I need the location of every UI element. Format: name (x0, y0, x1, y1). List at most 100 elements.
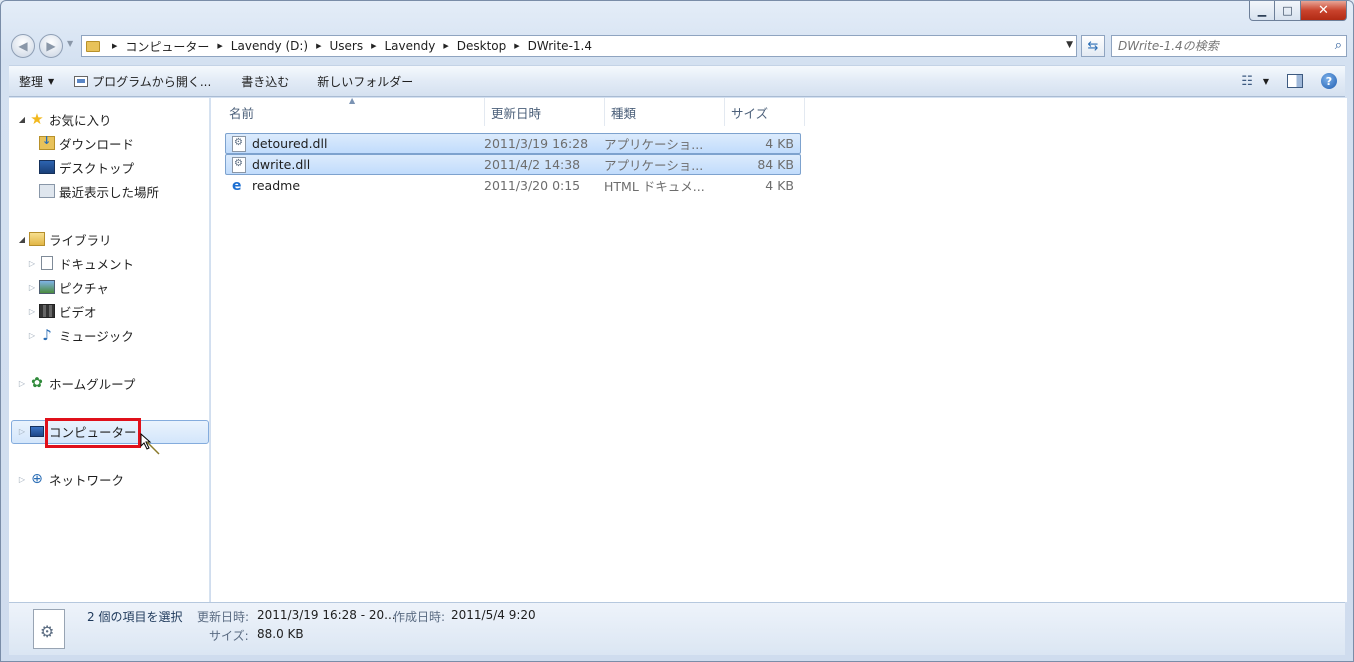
sort-ascending-icon: ▲ (349, 96, 356, 105)
sidebar-item-music[interactable]: ▷ ♪ ミュージック (27, 324, 134, 346)
file-size: 4 KB (765, 178, 794, 193)
sidebar-item-videos[interactable]: ▷ ビデオ (27, 300, 97, 322)
breadcrumb-desktop[interactable]: Desktop (457, 39, 507, 53)
address-bar[interactable]: ▶ コンピューター ▶ Lavendy (D:) ▶ Users ▶ Laven… (81, 35, 1077, 57)
collapsed-arrow-icon[interactable]: ▷ (17, 379, 27, 388)
organize-button[interactable]: 整理 ▼ (9, 66, 64, 96)
recent-pages-dropdown[interactable]: ▼ (67, 39, 73, 48)
details-view-icon: ☷ (1241, 73, 1253, 89)
sidebar-item-downloads[interactable]: ダウンロード (37, 132, 134, 154)
selection-count: 2 個の項目を選択 (87, 610, 183, 624)
command-bar: 整理 ▼ プログラムから開く... 書き込む 新しいフォルダー ☷ ▼ ? (9, 65, 1345, 97)
expanded-arrow-icon[interactable]: ◢ (17, 235, 27, 244)
breadcrumb-separator-icon[interactable]: ▶ (514, 42, 519, 50)
file-type: アプリケーショ... (604, 158, 704, 173)
caption-buttons: ▁ □ ✕ (1249, 1, 1347, 21)
preview-pane-icon[interactable] (1287, 74, 1303, 88)
collapsed-arrow-icon[interactable]: ▷ (27, 307, 37, 316)
search-input[interactable] (1118, 39, 1328, 53)
file-modified: 2011/3/19 16:28 (484, 136, 589, 151)
sidebar-item-pictures[interactable]: ▷ ピクチャ (27, 276, 109, 298)
breadcrumb-user[interactable]: Lavendy (385, 39, 436, 53)
breadcrumb-separator-icon[interactable]: ▶ (217, 42, 222, 50)
file-size: 4 KB (765, 136, 794, 151)
expanded-arrow-icon[interactable]: ◢ (17, 115, 27, 124)
open-with-button[interactable]: プログラムから開く... (64, 66, 221, 96)
address-dropdown-icon[interactable]: ▼ (1066, 40, 1073, 50)
new-folder-button[interactable]: 新しいフォルダー (299, 66, 423, 96)
breadcrumb-current-folder[interactable]: DWrite-1.4 (528, 39, 592, 53)
minimize-button[interactable]: ▁ (1249, 1, 1275, 21)
collapsed-arrow-icon[interactable]: ▷ (17, 475, 27, 484)
close-button[interactable]: ✕ (1301, 1, 1347, 21)
change-view-button[interactable]: ☷ ▼ (1241, 74, 1269, 89)
sidebar-item-homegroup[interactable]: ▷ ✿ ホームグループ (17, 372, 135, 394)
star-icon: ★ (30, 110, 44, 128)
column-header-modified[interactable]: 更新日時 (485, 98, 605, 126)
breadcrumb-users[interactable]: Users (330, 39, 364, 53)
file-modified: 2011/3/20 0:15 (484, 178, 581, 193)
computer-icon (29, 424, 45, 438)
file-row[interactable]: e readme 2011/3/20 0:15 HTML ドキュメ... 4 K… (225, 175, 801, 196)
sidebar-item-label: デスクトップ (59, 160, 135, 176)
column-header-size[interactable]: サイズ (725, 98, 805, 126)
details-pane: 2 個の項目を選択 更新日時: 2011/3/19 16:28 - 20... … (9, 602, 1345, 655)
breadcrumb-drive[interactable]: Lavendy (D:) (231, 39, 308, 53)
link-select-cursor-icon (140, 432, 160, 455)
search-icon[interactable]: ⌕ (1335, 38, 1342, 53)
collapsed-arrow-icon[interactable]: ▷ (27, 259, 37, 268)
maximize-button[interactable]: □ (1275, 1, 1301, 21)
burn-button[interactable]: 書き込む (221, 66, 299, 96)
folder-icon (86, 40, 100, 52)
file-type: HTML ドキュメ... (604, 179, 705, 194)
view-controls: ☷ ▼ ? (1241, 66, 1337, 96)
sidebar-item-label: ミュージック (59, 328, 134, 344)
file-row[interactable]: dwrite.dll 2011/4/2 14:38 アプリケーショ... 84 … (225, 154, 801, 175)
column-header-label: 種類 (611, 105, 637, 121)
network-label: ネットワーク (49, 472, 125, 488)
sidebar-item-label: 最近表示した場所 (59, 184, 160, 200)
column-header-row: 名前 ▲ 更新日時 種類 サイズ (211, 96, 805, 126)
breadcrumb-separator-icon[interactable]: ▶ (443, 42, 448, 50)
breadcrumb-computer[interactable]: コンピューター (125, 38, 209, 55)
file-row[interactable]: detoured.dll 2011/3/19 16:28 アプリケーショ... … (225, 133, 801, 154)
sidebar-item-network[interactable]: ▷ ⊕ ネットワーク (17, 468, 124, 490)
column-header-type[interactable]: 種類 (605, 98, 725, 126)
sidebar-item-desktop[interactable]: デスクトップ (37, 156, 134, 178)
back-arrow-icon: ◀ (18, 39, 28, 53)
file-size: 84 KB (757, 157, 794, 172)
breadcrumb-separator-icon[interactable]: ▶ (316, 42, 321, 50)
file-modified: 2011/4/2 14:38 (484, 157, 581, 172)
breadcrumb-separator-icon[interactable]: ▶ (371, 42, 376, 50)
document-icon (41, 256, 53, 270)
recent-places-icon (39, 184, 55, 198)
breadcrumb-separator-icon[interactable]: ▶ (112, 42, 117, 50)
sidebar-item-documents[interactable]: ▷ ドキュメント (27, 252, 134, 274)
back-button[interactable]: ◀ (11, 34, 35, 58)
refresh-button[interactable]: ⇆ (1081, 35, 1105, 57)
collapsed-arrow-icon[interactable]: ▷ (27, 331, 37, 340)
chevron-down-icon: ▼ (1262, 76, 1269, 86)
navigation-bar: ◀ ▶ ▼ ▶ コンピューター ▶ Lavendy (D:) ▶ Users ▶… (9, 33, 1347, 59)
search-box[interactable]: ⌕ (1111, 35, 1347, 57)
sidebar-item-libraries[interactable]: ◢ ライブラリ (17, 228, 112, 250)
dll-file-icon (33, 609, 65, 649)
column-header-name[interactable]: 名前 ▲ (211, 96, 485, 126)
navigation-pane[interactable]: ◢ ★ お気に入り ダウンロード デスクトップ 最近表示した場所 ◢ ライブラリ… (9, 98, 210, 602)
video-icon (39, 304, 55, 318)
new-folder-label: 新しいフォルダー (317, 74, 414, 89)
collapsed-arrow-icon[interactable]: ▷ (17, 427, 27, 436)
sidebar-item-favorites[interactable]: ◢ ★ お気に入り (17, 108, 112, 130)
column-header-label: 名前 (229, 105, 255, 121)
explorer-window: ▁ □ ✕ ◀ ▶ ▼ ▶ コンピューター ▶ Lavendy (D:) ▶ U… (0, 0, 1354, 662)
help-icon[interactable]: ? (1321, 73, 1337, 89)
homegroup-label: ホームグループ (49, 376, 136, 392)
desktop-icon (39, 160, 55, 174)
homegroup-icon: ✿ (31, 375, 43, 391)
sidebar-item-recent-places[interactable]: 最近表示した場所 (37, 180, 159, 202)
network-icon: ⊕ (31, 471, 43, 487)
collapsed-arrow-icon[interactable]: ▷ (27, 283, 37, 292)
file-list-pane[interactable]: 名前 ▲ 更新日時 種類 サイズ detoured.dll 2011/3/19 … (211, 96, 1347, 602)
forward-button[interactable]: ▶ (39, 34, 63, 58)
music-note-icon: ♪ (42, 326, 52, 344)
